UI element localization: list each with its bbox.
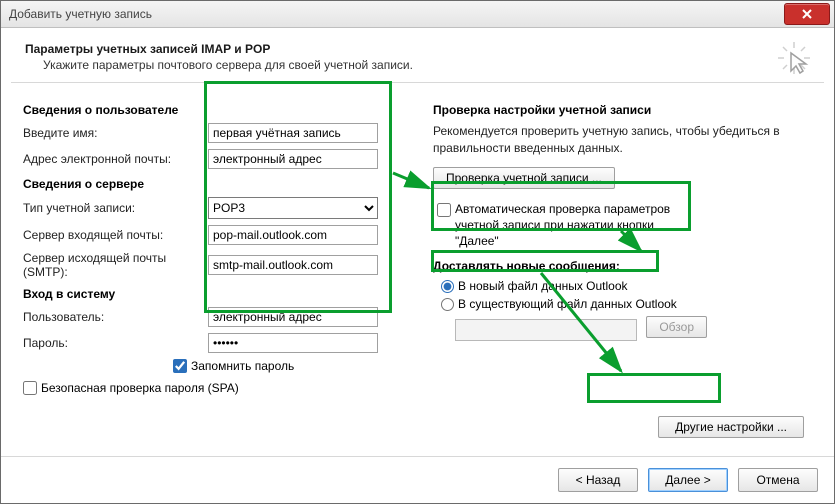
file-path-input (455, 319, 637, 341)
header: Параметры учетных записей IMAP и POP Ука… (1, 28, 834, 82)
check-description: Рекомендуется проверить учетную запись, … (433, 123, 812, 157)
other-settings-button[interactable]: Другие настройки ... (658, 416, 804, 438)
name-input[interactable] (208, 123, 378, 143)
name-label: Введите имя: (23, 126, 208, 140)
email-label: Адрес электронной почты: (23, 152, 208, 166)
email-input[interactable] (208, 149, 378, 169)
close-button[interactable] (784, 3, 830, 25)
user-input[interactable] (208, 307, 378, 327)
user-label: Пользователь: (23, 310, 208, 324)
check-account-button[interactable]: Проверка учетной записи ... (433, 167, 615, 189)
auto-check-label: Автоматическая проверка параметров учетн… (455, 201, 685, 250)
auto-check-checkbox[interactable] (437, 203, 451, 217)
incoming-input[interactable] (208, 225, 378, 245)
dialog-body: Сведения о пользователе Введите имя: Адр… (1, 83, 834, 456)
section-login: Вход в систему (23, 287, 403, 301)
incoming-label: Сервер входящей почты: (23, 228, 208, 242)
radio-existing-label: В существующий файл данных Outlook (458, 297, 677, 311)
dialog-add-account: Добавить учетную запись Параметры учетны… (0, 0, 835, 504)
right-column: Проверка настройки учетной записи Рекоме… (433, 103, 812, 456)
pass-input[interactable] (208, 333, 378, 353)
radio-new-file[interactable] (441, 280, 454, 293)
footer: < Назад Далее > Отмена (1, 456, 834, 503)
header-title: Параметры учетных записей IMAP и POP (25, 42, 810, 56)
remember-checkbox[interactable] (173, 359, 187, 373)
next-button[interactable]: Далее > (648, 468, 728, 492)
back-button[interactable]: < Назад (558, 468, 638, 492)
window-title: Добавить учетную запись (9, 7, 152, 21)
outgoing-label: Сервер исходящей почты (SMTP): (23, 251, 208, 279)
section-user-info: Сведения о пользователе (23, 103, 403, 117)
wizard-icon (776, 40, 812, 79)
acct-type-select[interactable]: POP3 (208, 197, 378, 219)
section-deliver: Доставлять новые сообщения: (433, 259, 812, 273)
acct-type-label: Тип учетной записи: (23, 201, 208, 215)
spa-label: Безопасная проверка пароля (SPA) (41, 381, 239, 395)
section-check: Проверка настройки учетной записи (433, 103, 812, 117)
spa-checkbox[interactable] (23, 381, 37, 395)
header-subtitle: Укажите параметры почтового сервера для … (43, 58, 810, 72)
titlebar: Добавить учетную запись (1, 1, 834, 28)
pass-label: Пароль: (23, 336, 208, 350)
left-column: Сведения о пользователе Введите имя: Адр… (23, 103, 403, 456)
radio-new-label: В новый файл данных Outlook (458, 279, 628, 293)
section-server-info: Сведения о сервере (23, 177, 403, 191)
outgoing-input[interactable] (208, 255, 378, 275)
remember-label: Запомнить пароль (191, 359, 294, 373)
browse-button[interactable]: Обзор (646, 316, 707, 338)
radio-existing-file[interactable] (441, 298, 454, 311)
cancel-button[interactable]: Отмена (738, 468, 818, 492)
